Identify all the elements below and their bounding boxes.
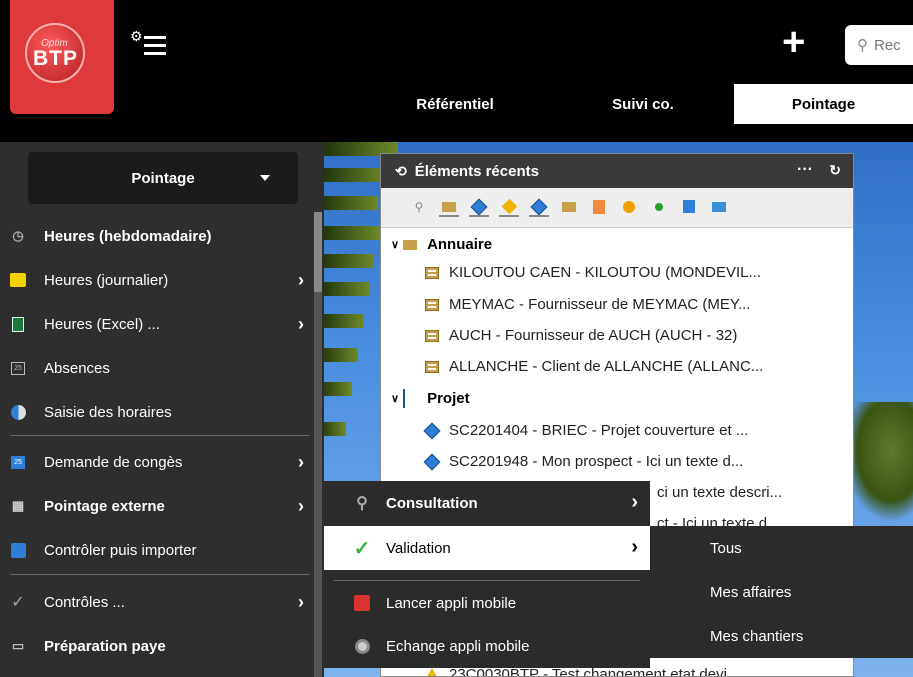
sidebar-item-controles[interactable]: ✓ Contrôles ... › bbox=[0, 580, 314, 624]
chevron-right-icon: › bbox=[298, 270, 304, 290]
filter-projet-icon[interactable] bbox=[469, 198, 489, 217]
company-icon bbox=[423, 328, 441, 344]
submenu-item-mes-affaires[interactable]: Mes affaires bbox=[650, 570, 913, 614]
tab-pointage[interactable]: Pointage bbox=[734, 84, 913, 124]
recent-filter-toolbar: ⚲ bbox=[381, 188, 853, 228]
company-icon bbox=[423, 265, 441, 281]
hamburger-icon bbox=[144, 36, 166, 55]
filter-factory-icon[interactable] bbox=[559, 199, 579, 217]
list-item[interactable]: SC2201404 - BRIEC - Projet couverture et… bbox=[423, 422, 748, 439]
history-icon: ⟲ bbox=[395, 162, 407, 179]
projet-icon bbox=[403, 389, 421, 408]
tab-referentiel[interactable]: Référentiel bbox=[380, 84, 530, 124]
filter-building-icon[interactable] bbox=[709, 199, 729, 217]
recent-panel-title: Éléments récents bbox=[414, 162, 539, 180]
gear-icon: ⚙ bbox=[130, 28, 143, 44]
mobile-app-icon bbox=[352, 593, 372, 613]
chevron-right-icon: › bbox=[631, 536, 638, 558]
list-item[interactable]: ALLANCHE - Client de ALLANCHE (ALLANC... bbox=[423, 358, 763, 375]
submenu-item-echange-appli[interactable]: Echange appli mobile bbox=[324, 624, 650, 668]
chevron-down-icon: ∨ bbox=[391, 393, 400, 405]
chevron-right-icon: › bbox=[298, 496, 304, 516]
pie-icon bbox=[10, 404, 26, 420]
filter-devis-icon[interactable] bbox=[499, 198, 519, 217]
group-annuaire[interactable]: ∨ Annuaire bbox=[391, 236, 492, 253]
caret-down-icon bbox=[260, 175, 270, 181]
sidebar: Pointage ◷ Heures (hebdomadaire) Heures … bbox=[0, 142, 324, 677]
add-button[interactable]: + bbox=[782, 22, 805, 62]
pay-icon: ▭ bbox=[11, 638, 25, 653]
pointage-dropdown[interactable]: Pointage bbox=[28, 152, 298, 204]
clock-icon: ◷ bbox=[12, 228, 24, 243]
sync-icon bbox=[352, 636, 372, 656]
list-item[interactable]: MEYMAC - Fournisseur de MEYMAC (MEY... bbox=[423, 296, 750, 313]
checkmark-icon: ✓ bbox=[353, 537, 371, 560]
recent-panel-header: ⟲ Éléments récents ··· ↻ bbox=[381, 154, 853, 188]
sidebar-item-preparation-paye[interactable]: ▭ Préparation paye bbox=[0, 624, 314, 668]
filter-yellow-dot-icon[interactable] bbox=[619, 199, 639, 217]
chevron-right-icon: › bbox=[631, 491, 638, 513]
check-icon: ✓ bbox=[11, 594, 25, 611]
list-item[interactable]: AUCH - Fournisseur de AUCH (AUCH - 32) bbox=[423, 327, 737, 344]
search-icon: ⚲ bbox=[356, 495, 368, 512]
sidebar-item-saisie-horaires[interactable]: Saisie des horaires bbox=[0, 390, 314, 434]
sidebar-divider bbox=[10, 574, 310, 575]
chevron-right-icon: › bbox=[298, 314, 304, 334]
sidebar-item-heures-excel[interactable]: Heures (Excel) ... › bbox=[0, 302, 314, 346]
submenu-item-validation[interactable]: ✓ Validation › bbox=[324, 526, 650, 570]
import-icon bbox=[10, 542, 26, 558]
filter-checklist-icon[interactable] bbox=[679, 199, 699, 217]
devis-icon bbox=[423, 667, 441, 676]
more-options-button[interactable]: ··· bbox=[797, 161, 813, 179]
submenu-item-tous[interactable]: Tous bbox=[650, 526, 913, 570]
search-input[interactable]: ⚲ Rec bbox=[845, 25, 913, 65]
sidebar-item-demande-conges[interactable]: 25 Demande de congès › bbox=[0, 440, 314, 484]
chevron-right-icon: › bbox=[298, 592, 304, 612]
calendar-blue-icon: 25 bbox=[10, 454, 26, 470]
sidebar-item-heures-journalier[interactable]: Heures (journalier) › bbox=[0, 258, 314, 302]
company-icon bbox=[423, 359, 441, 375]
list-item[interactable]: ci un texte descri... bbox=[657, 484, 782, 501]
filter-document-icon[interactable] bbox=[589, 199, 609, 217]
project-icon bbox=[423, 422, 441, 439]
sidebar-item-heures-hebdo[interactable]: ◷ Heures (hebdomadaire) bbox=[0, 214, 314, 258]
search-icon: ⚲ bbox=[857, 37, 868, 54]
chevron-right-icon: › bbox=[298, 452, 304, 472]
tab-suivi-co[interactable]: Suivi co. bbox=[568, 84, 718, 124]
chevron-down-icon: ∨ bbox=[391, 239, 400, 251]
submenu-item-lancer-appli[interactable]: Lancer appli mobile bbox=[324, 581, 650, 625]
top-header: Optim BTP ⚙ + ⚲ Rec Référentiel Suivi co… bbox=[0, 0, 913, 142]
search-placeholder: Rec bbox=[874, 36, 901, 54]
validation-submenu: Tous Mes affaires Mes chantiers bbox=[650, 526, 913, 658]
group-projet[interactable]: ∨ Projet bbox=[391, 389, 470, 408]
dropdown-label: Pointage bbox=[131, 169, 195, 187]
submenu-item-mes-chantiers[interactable]: Mes chantiers bbox=[650, 614, 913, 658]
submenu-item-consultation[interactable]: ⚲ Consultation › bbox=[324, 481, 650, 525]
filter-commande-icon[interactable] bbox=[529, 198, 549, 217]
sidebar-item-absences[interactable]: 25 Absences bbox=[0, 346, 314, 390]
excel-icon bbox=[10, 316, 26, 332]
pin-icon[interactable]: ⚲ bbox=[409, 199, 429, 217]
app-logo[interactable]: Optim BTP bbox=[10, 0, 114, 114]
list-item[interactable]: KILOUTOU CAEN - KILOUTOU (MONDEVIL... bbox=[423, 264, 761, 281]
list-item[interactable]: SC2201948 - Mon prospect - Ici un texte … bbox=[423, 453, 743, 470]
calendar-icon: 25 bbox=[10, 360, 26, 376]
sidebar-item-pointage-externe[interactable]: ▦ Pointage externe › bbox=[0, 484, 314, 528]
scrollbar-thumb[interactable] bbox=[314, 212, 322, 292]
note-icon bbox=[10, 272, 26, 288]
refresh-icon[interactable]: ↻ bbox=[829, 162, 841, 179]
filter-annuaire-icon[interactable] bbox=[439, 199, 459, 217]
pointage-externe-submenu: ⚲ Consultation › ✓ Validation › Lancer a… bbox=[324, 481, 650, 668]
project-icon bbox=[423, 453, 441, 470]
external-icon: ▦ bbox=[11, 498, 25, 513]
filter-green-dot-icon[interactable] bbox=[649, 199, 669, 217]
annuaire-icon bbox=[403, 239, 421, 250]
sidebar-divider bbox=[10, 435, 310, 436]
sidebar-item-controler-importer[interactable]: Contrôler puis importer bbox=[0, 528, 314, 572]
company-icon bbox=[423, 297, 441, 313]
